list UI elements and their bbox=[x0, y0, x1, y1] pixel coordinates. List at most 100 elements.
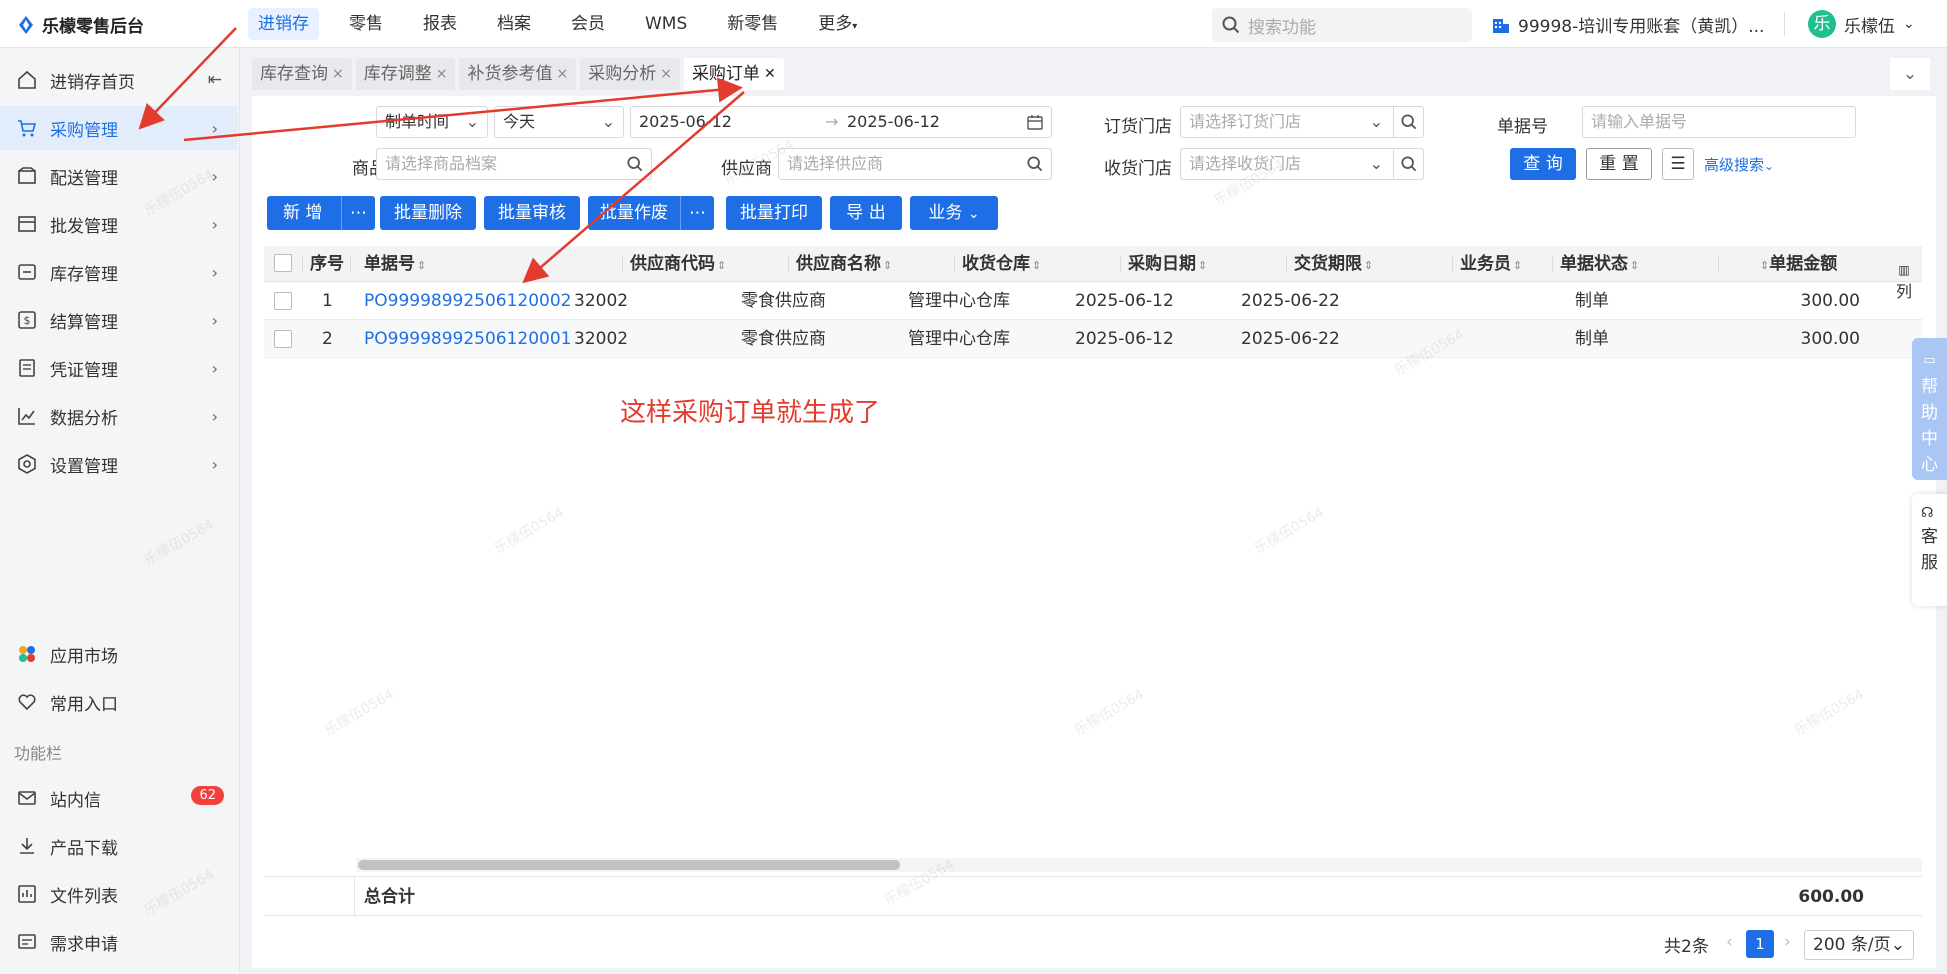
topnav-item-more[interactable]: 更多▾ bbox=[808, 8, 867, 40]
topnav-item-members[interactable]: 会员 bbox=[561, 8, 615, 40]
col-header-amount[interactable]: ⇕单据金额 bbox=[1758, 246, 1837, 282]
sidebar-item-stock[interactable]: 库存管理 › bbox=[0, 250, 238, 294]
sidebar-item-settlement[interactable]: $ 结算管理 › bbox=[0, 298, 238, 342]
warehouse: 管理中心仓库 bbox=[908, 329, 1010, 349]
sidebar-item-settings[interactable]: 设置管理 › bbox=[0, 442, 238, 486]
col-header-supplier-name[interactable]: 供应商名称 ⇕ bbox=[796, 246, 892, 282]
sidebar-item-app-market[interactable]: 应用市场 bbox=[0, 632, 238, 676]
sidebar-item-label: 设置管理 bbox=[50, 456, 118, 477]
horizontal-scrollbar[interactable] bbox=[356, 858, 1922, 872]
user-menu[interactable]: 乐 乐檬伍 ⌄ bbox=[1808, 10, 1915, 38]
col-header-supplier-code[interactable]: 供应商代码 ⇕ bbox=[630, 246, 726, 282]
reset-button[interactable]: 重 置 bbox=[1586, 148, 1652, 180]
row-checkbox[interactable] bbox=[274, 330, 292, 348]
table-row[interactable]: 1 PO99998992506120002 32002 零食供应商 管理中心仓库… bbox=[264, 282, 1922, 320]
sidebar-item-label: 批发管理 bbox=[50, 216, 118, 237]
sidebar-item-messages[interactable]: 站内信 62 bbox=[0, 776, 238, 820]
sidebar-item-label: 凭证管理 bbox=[50, 360, 118, 381]
sidebar-item-wholesale[interactable]: 批发管理 › bbox=[0, 202, 238, 246]
inventory-icon bbox=[16, 261, 38, 283]
col-header-doc-no[interactable]: 单据号 ⇕ bbox=[364, 246, 426, 282]
doc-no-link[interactable]: PO99998992506120002 bbox=[364, 282, 572, 320]
prev-page-icon[interactable]: ‹ bbox=[1726, 932, 1733, 952]
sidebar-item-common-entry[interactable]: 常用入口 bbox=[0, 680, 238, 724]
brand[interactable]: 乐檬零售后台 bbox=[16, 12, 144, 37]
topnav-item-archives[interactable]: 档案 bbox=[487, 8, 541, 40]
next-page-icon[interactable]: › bbox=[1784, 932, 1791, 952]
advanced-search-link[interactable]: 高级搜索⌄ bbox=[1704, 154, 1774, 175]
search-icon[interactable] bbox=[1393, 149, 1423, 179]
download-icon bbox=[16, 835, 38, 857]
topnav-item-inventory[interactable]: 进销存 bbox=[248, 8, 319, 40]
doc-no-link[interactable]: PO99998992506120001 bbox=[364, 320, 572, 358]
tab-purchase-analysis[interactable]: 采购分析 × bbox=[580, 58, 680, 90]
settings-icon bbox=[16, 453, 38, 475]
sidebar-item-voucher[interactable]: 凭证管理 › bbox=[0, 346, 238, 390]
doc-no-input[interactable]: 请输入单据号 bbox=[1582, 106, 1856, 138]
tab-stock-adjust[interactable]: 库存调整 × bbox=[355, 58, 456, 90]
query-button[interactable]: 查 询 bbox=[1510, 148, 1576, 180]
date-range-picker[interactable]: 2025-06-12 → 2025-06-12 bbox=[630, 106, 1052, 138]
sidebar-item-requests[interactable]: 需求申请 bbox=[0, 920, 238, 964]
table-row[interactable]: 2 PO99998992506120001 32002 零食供应商 管理中心仓库… bbox=[264, 320, 1922, 358]
export-button[interactable]: 导 出 bbox=[830, 196, 902, 230]
topnav-item-wms[interactable]: WMS bbox=[635, 8, 697, 40]
topnav-item-reports[interactable]: 报表 bbox=[413, 8, 467, 40]
divider bbox=[302, 256, 303, 272]
tabs-more-dropdown[interactable]: ⌄ bbox=[1890, 58, 1930, 90]
search-icon[interactable] bbox=[1393, 107, 1423, 137]
topnav-item-retail[interactable]: 零售 bbox=[339, 8, 393, 40]
filter-settings-button[interactable]: ☰ bbox=[1662, 148, 1694, 180]
business-dropdown-button[interactable]: 业务 ⌄ bbox=[910, 196, 998, 230]
batch-print-button[interactable]: 批量打印 bbox=[726, 196, 822, 230]
collapse-sidebar-icon[interactable]: ⇤ bbox=[208, 70, 222, 90]
order-store-label: 订货门店 bbox=[1104, 117, 1172, 137]
add-button[interactable]: 新 增 ⋯ bbox=[267, 196, 375, 230]
supplier-select[interactable]: 请选择供应商 bbox=[778, 148, 1052, 180]
col-header-label: 业务员 bbox=[1460, 254, 1511, 274]
order-store-select[interactable]: 请选择订货门店 ⌄ bbox=[1180, 106, 1424, 138]
status: 制单 bbox=[1575, 329, 1609, 349]
sidebar-item-inventory-home[interactable]: 进销存首页 ⇤ bbox=[0, 58, 238, 102]
add-more-button[interactable]: ⋯ bbox=[341, 196, 375, 230]
function-search-input[interactable]: 搜索功能 bbox=[1212, 8, 1472, 42]
page-current[interactable]: 1 bbox=[1746, 930, 1774, 958]
scrollbar-thumb[interactable] bbox=[358, 860, 900, 870]
col-header-status[interactable]: 单据状态 ⇕ bbox=[1560, 246, 1639, 282]
close-icon[interactable]: × bbox=[436, 58, 448, 90]
topnav-item-new-retail[interactable]: 新零售 bbox=[717, 8, 788, 40]
sidebar-item-analytics[interactable]: 数据分析 › bbox=[0, 394, 238, 438]
customer-service-button[interactable]: ☊ 客 服 bbox=[1912, 494, 1947, 606]
batch-void-more-button[interactable]: ⋯ bbox=[680, 196, 714, 230]
batch-audit-button[interactable]: 批量审核 bbox=[484, 196, 580, 230]
receive-store-select[interactable]: 请选择收货门店 ⌄ bbox=[1180, 148, 1424, 180]
tab-purchase-order[interactable]: 采购订单 ✕ bbox=[683, 58, 784, 90]
date-type-select[interactable]: 制单时间 ⌄ bbox=[376, 106, 488, 138]
col-header-delivery[interactable]: 交货期限 ⇕ bbox=[1294, 246, 1373, 282]
date-range-select[interactable]: 今天 ⌄ bbox=[494, 106, 624, 138]
purchase-date: 2025-06-12 bbox=[1075, 329, 1174, 349]
close-icon[interactable]: × bbox=[556, 58, 568, 90]
page-size-select[interactable]: 200 条/页 ⌄ bbox=[1804, 930, 1914, 960]
sidebar-item-product-download[interactable]: 产品下载 bbox=[0, 824, 238, 868]
row-checkbox[interactable] bbox=[274, 292, 292, 310]
sidebar-item-purchase[interactable]: 采购管理 › bbox=[0, 106, 238, 150]
delivery-date: 2025-06-22 bbox=[1241, 329, 1340, 349]
close-icon[interactable]: × bbox=[660, 58, 672, 90]
tab-stock-query[interactable]: 库存查询 × bbox=[252, 58, 352, 90]
help-center-button[interactable]: ▭ 帮 助 中 心 bbox=[1912, 338, 1947, 480]
col-header-staff[interactable]: 业务员 ⇕ bbox=[1460, 246, 1522, 282]
top-nav-menu: 进销存 零售 报表 档案 会员 WMS 新零售 更多▾ bbox=[248, 8, 887, 40]
col-header-warehouse[interactable]: 收货仓库 ⇕ bbox=[962, 246, 1041, 282]
batch-delete-button[interactable]: 批量删除 bbox=[380, 196, 476, 230]
col-header-purchase-date[interactable]: 采购日期 ⇕ bbox=[1128, 246, 1207, 282]
close-icon[interactable]: × bbox=[332, 58, 344, 90]
product-select[interactable]: 请选择商品档案 bbox=[376, 148, 652, 180]
account-switcher[interactable]: 99998-培训专用账套（黄凯）... bbox=[1492, 12, 1764, 37]
tab-replenish-ref[interactable]: 补货参考值 × bbox=[459, 58, 577, 90]
close-icon[interactable]: ✕ bbox=[764, 58, 776, 90]
service-char: 客 bbox=[1921, 527, 1938, 547]
select-all-checkbox[interactable] bbox=[274, 254, 292, 272]
batch-void-button[interactable]: 批量作废 ⋯ bbox=[588, 196, 714, 230]
add-label: 新 增 bbox=[283, 203, 323, 223]
